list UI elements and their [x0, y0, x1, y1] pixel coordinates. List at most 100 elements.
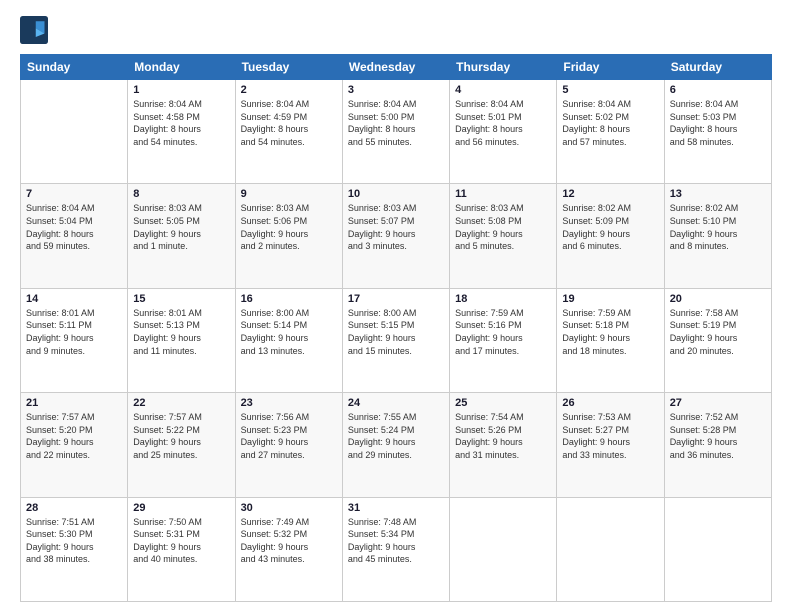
day-info: Sunrise: 8:04 AM Sunset: 5:04 PM Dayligh…	[26, 202, 122, 252]
day-number: 6	[670, 84, 766, 96]
calendar-cell: 16 Sunrise: 8:00 AM Sunset: 5:14 PM Dayli…	[235, 288, 342, 392]
calendar-cell: 3 Sunrise: 8:04 AM Sunset: 5:00 PM Daylig…	[342, 80, 449, 184]
calendar-cell	[664, 497, 771, 601]
day-info: Sunrise: 7:55 AM Sunset: 5:24 PM Dayligh…	[348, 411, 444, 461]
calendar-cell: 11 Sunrise: 8:03 AM Sunset: 5:08 PM Dayli…	[450, 184, 557, 288]
calendar-cell: 14Sunrise: 8:01 AM Sunset: 5:11 PM Dayli…	[21, 288, 128, 392]
calendar-cell: 15 Sunrise: 8:01 AM Sunset: 5:13 PM Dayli…	[128, 288, 235, 392]
calendar-cell: 8 Sunrise: 8:03 AM Sunset: 5:05 PM Daylig…	[128, 184, 235, 288]
day-info: Sunrise: 8:03 AM Sunset: 5:08 PM Dayligh…	[455, 202, 551, 252]
weekday-header: Saturday	[664, 55, 771, 80]
day-info: Sunrise: 8:04 AM Sunset: 5:01 PM Dayligh…	[455, 98, 551, 148]
calendar-week-row: 28 Sunrise: 7:51 AM Sunset: 5:30 PM Dayli…	[21, 497, 772, 601]
calendar-cell: 5 Sunrise: 8:04 AM Sunset: 5:02 PM Daylig…	[557, 80, 664, 184]
day-info: Sunrise: 8:01 AM Sunset: 5:11 PM Dayligh…	[26, 307, 122, 357]
logo-icon	[20, 16, 48, 44]
day-number: 8	[133, 188, 229, 200]
calendar-week-row: 1 Sunrise: 8:04 AM Sunset: 4:58 PM Daylig…	[21, 80, 772, 184]
day-number: 18	[455, 293, 551, 305]
calendar-cell: 9 Sunrise: 8:03 AM Sunset: 5:06 PM Daylig…	[235, 184, 342, 288]
day-info: Sunrise: 7:59 AM Sunset: 5:18 PM Dayligh…	[562, 307, 658, 357]
day-info: Sunrise: 7:54 AM Sunset: 5:26 PM Dayligh…	[455, 411, 551, 461]
day-info: Sunrise: 7:59 AM Sunset: 5:16 PM Dayligh…	[455, 307, 551, 357]
day-info: Sunrise: 8:02 AM Sunset: 5:09 PM Dayligh…	[562, 202, 658, 252]
calendar-header-row: SundayMondayTuesdayWednesdayThursdayFrid…	[21, 55, 772, 80]
day-number: 24	[348, 397, 444, 409]
day-info: Sunrise: 8:00 AM Sunset: 5:15 PM Dayligh…	[348, 307, 444, 357]
day-info: Sunrise: 7:51 AM Sunset: 5:30 PM Dayligh…	[26, 516, 122, 566]
day-number: 25	[455, 397, 551, 409]
day-info: Sunrise: 8:03 AM Sunset: 5:07 PM Dayligh…	[348, 202, 444, 252]
day-info: Sunrise: 8:03 AM Sunset: 5:06 PM Dayligh…	[241, 202, 337, 252]
day-number: 5	[562, 84, 658, 96]
weekday-header: Monday	[128, 55, 235, 80]
calendar-cell: 26Sunrise: 7:53 AM Sunset: 5:27 PM Dayli…	[557, 393, 664, 497]
logo	[20, 16, 52, 44]
day-info: Sunrise: 8:01 AM Sunset: 5:13 PM Dayligh…	[133, 307, 229, 357]
calendar-cell: 12Sunrise: 8:02 AM Sunset: 5:09 PM Dayli…	[557, 184, 664, 288]
day-info: Sunrise: 7:52 AM Sunset: 5:28 PM Dayligh…	[670, 411, 766, 461]
day-info: Sunrise: 8:04 AM Sunset: 4:58 PM Dayligh…	[133, 98, 229, 148]
day-number: 9	[241, 188, 337, 200]
calendar-cell: 24 Sunrise: 7:55 AM Sunset: 5:24 PM Dayli…	[342, 393, 449, 497]
header	[20, 16, 772, 44]
day-number: 16	[241, 293, 337, 305]
day-info: Sunrise: 7:48 AM Sunset: 5:34 PM Dayligh…	[348, 516, 444, 566]
day-number: 31	[348, 502, 444, 514]
day-number: 10	[348, 188, 444, 200]
day-info: Sunrise: 7:56 AM Sunset: 5:23 PM Dayligh…	[241, 411, 337, 461]
day-number: 27	[670, 397, 766, 409]
day-info: Sunrise: 8:04 AM Sunset: 5:02 PM Dayligh…	[562, 98, 658, 148]
calendar-week-row: 14Sunrise: 8:01 AM Sunset: 5:11 PM Dayli…	[21, 288, 772, 392]
calendar-cell: 29 Sunrise: 7:50 AM Sunset: 5:31 PM Dayli…	[128, 497, 235, 601]
calendar-cell: 17 Sunrise: 8:00 AM Sunset: 5:15 PM Dayli…	[342, 288, 449, 392]
day-number: 19	[562, 293, 658, 305]
day-number: 11	[455, 188, 551, 200]
day-number: 21	[26, 397, 122, 409]
day-info: Sunrise: 8:04 AM Sunset: 4:59 PM Dayligh…	[241, 98, 337, 148]
weekday-header: Sunday	[21, 55, 128, 80]
day-number: 17	[348, 293, 444, 305]
day-number: 22	[133, 397, 229, 409]
day-number: 29	[133, 502, 229, 514]
day-number: 13	[670, 188, 766, 200]
day-info: Sunrise: 8:04 AM Sunset: 5:03 PM Dayligh…	[670, 98, 766, 148]
calendar-week-row: 21Sunrise: 7:57 AM Sunset: 5:20 PM Dayli…	[21, 393, 772, 497]
calendar-cell: 19 Sunrise: 7:59 AM Sunset: 5:18 PM Dayli…	[557, 288, 664, 392]
day-number: 30	[241, 502, 337, 514]
weekday-header: Wednesday	[342, 55, 449, 80]
calendar-cell: 10 Sunrise: 8:03 AM Sunset: 5:07 PM Dayli…	[342, 184, 449, 288]
calendar-cell: 20Sunrise: 7:58 AM Sunset: 5:19 PM Dayli…	[664, 288, 771, 392]
calendar: SundayMondayTuesdayWednesdayThursdayFrid…	[20, 54, 772, 602]
calendar-cell: 21Sunrise: 7:57 AM Sunset: 5:20 PM Dayli…	[21, 393, 128, 497]
day-info: Sunrise: 8:04 AM Sunset: 5:00 PM Dayligh…	[348, 98, 444, 148]
calendar-cell: 18 Sunrise: 7:59 AM Sunset: 5:16 PM Dayli…	[450, 288, 557, 392]
day-info: Sunrise: 8:00 AM Sunset: 5:14 PM Dayligh…	[241, 307, 337, 357]
calendar-cell: 22 Sunrise: 7:57 AM Sunset: 5:22 PM Dayli…	[128, 393, 235, 497]
day-info: Sunrise: 8:03 AM Sunset: 5:05 PM Dayligh…	[133, 202, 229, 252]
day-info: Sunrise: 7:53 AM Sunset: 5:27 PM Dayligh…	[562, 411, 658, 461]
day-number: 28	[26, 502, 122, 514]
day-info: Sunrise: 7:49 AM Sunset: 5:32 PM Dayligh…	[241, 516, 337, 566]
calendar-cell	[557, 497, 664, 601]
day-number: 1	[133, 84, 229, 96]
calendar-cell: 4 Sunrise: 8:04 AM Sunset: 5:01 PM Daylig…	[450, 80, 557, 184]
day-number: 23	[241, 397, 337, 409]
calendar-cell: 23 Sunrise: 7:56 AM Sunset: 5:23 PM Dayli…	[235, 393, 342, 497]
day-number: 15	[133, 293, 229, 305]
calendar-cell: 28 Sunrise: 7:51 AM Sunset: 5:30 PM Dayli…	[21, 497, 128, 601]
day-number: 7	[26, 188, 122, 200]
day-number: 20	[670, 293, 766, 305]
calendar-cell: 30 Sunrise: 7:49 AM Sunset: 5:32 PM Dayli…	[235, 497, 342, 601]
weekday-header: Tuesday	[235, 55, 342, 80]
weekday-header: Friday	[557, 55, 664, 80]
day-number: 3	[348, 84, 444, 96]
calendar-cell	[450, 497, 557, 601]
day-info: Sunrise: 8:02 AM Sunset: 5:10 PM Dayligh…	[670, 202, 766, 252]
calendar-cell: 7 Sunrise: 8:04 AM Sunset: 5:04 PM Daylig…	[21, 184, 128, 288]
day-number: 4	[455, 84, 551, 96]
calendar-cell: 1 Sunrise: 8:04 AM Sunset: 4:58 PM Daylig…	[128, 80, 235, 184]
day-info: Sunrise: 7:50 AM Sunset: 5:31 PM Dayligh…	[133, 516, 229, 566]
day-info: Sunrise: 7:57 AM Sunset: 5:22 PM Dayligh…	[133, 411, 229, 461]
calendar-cell: 31 Sunrise: 7:48 AM Sunset: 5:34 PM Dayli…	[342, 497, 449, 601]
